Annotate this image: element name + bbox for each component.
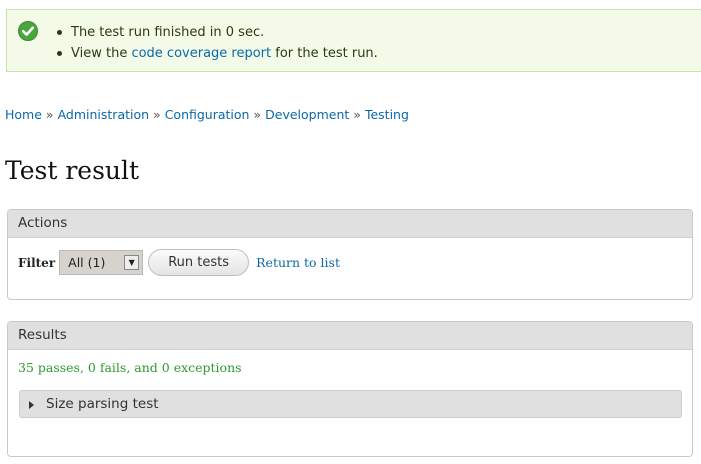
breadcrumb-separator: » — [153, 107, 161, 122]
test-group-label[interactable]: Size parsing test — [46, 391, 159, 417]
status-item: View the code coverage report for the te… — [56, 43, 378, 64]
run-tests-button[interactable]: Run tests — [148, 249, 250, 276]
check-circle-icon — [18, 21, 38, 41]
results-fieldset: Results 35 passes, 0 fails, and 0 except… — [7, 321, 693, 457]
status-list: The test run finished in 0 sec. View the… — [56, 22, 378, 64]
filter-select-value: All (1) — [68, 255, 106, 270]
code-coverage-report-link[interactable]: code coverage report — [131, 46, 271, 61]
breadcrumb-testing[interactable]: Testing — [365, 107, 409, 122]
return-to-list-link[interactable]: Return to list — [256, 255, 340, 270]
breadcrumb-separator: » — [45, 107, 54, 122]
breadcrumb-separator: » — [253, 107, 262, 122]
breadcrumb-development[interactable]: Development — [265, 107, 349, 122]
breadcrumb-administration[interactable]: Administration — [58, 107, 149, 122]
actions-legend: Actions — [8, 210, 692, 238]
results-legend: Results — [8, 322, 692, 350]
filter-row: Filter All (1) ▼ Run tests Return to lis… — [18, 249, 340, 276]
status-item: The test run finished in 0 sec. — [56, 22, 378, 43]
filter-select[interactable]: All (1) ▼ — [59, 250, 144, 275]
expand-triangle-icon[interactable] — [29, 401, 34, 409]
filter-label: Filter — [18, 255, 56, 270]
breadcrumb-home[interactable]: Home — [5, 107, 42, 122]
status-message-box: The test run finished in 0 sec. View the… — [6, 9, 701, 72]
breadcrumb-configuration[interactable]: Configuration — [165, 107, 250, 122]
page-title: Test result — [5, 156, 140, 185]
results-summary: 35 passes, 0 fails, and 0 exceptions — [18, 360, 242, 375]
breadcrumb-separator: » — [353, 107, 361, 122]
actions-fieldset: Actions Filter All (1) ▼ Run tests Retur… — [7, 209, 693, 300]
dropdown-arrow-icon[interactable]: ▼ — [124, 255, 140, 270]
breadcrumb: Home» Administration» Configuration» Develo… — [5, 107, 409, 122]
test-group-size-parsing[interactable]: Size parsing test — [19, 390, 682, 418]
